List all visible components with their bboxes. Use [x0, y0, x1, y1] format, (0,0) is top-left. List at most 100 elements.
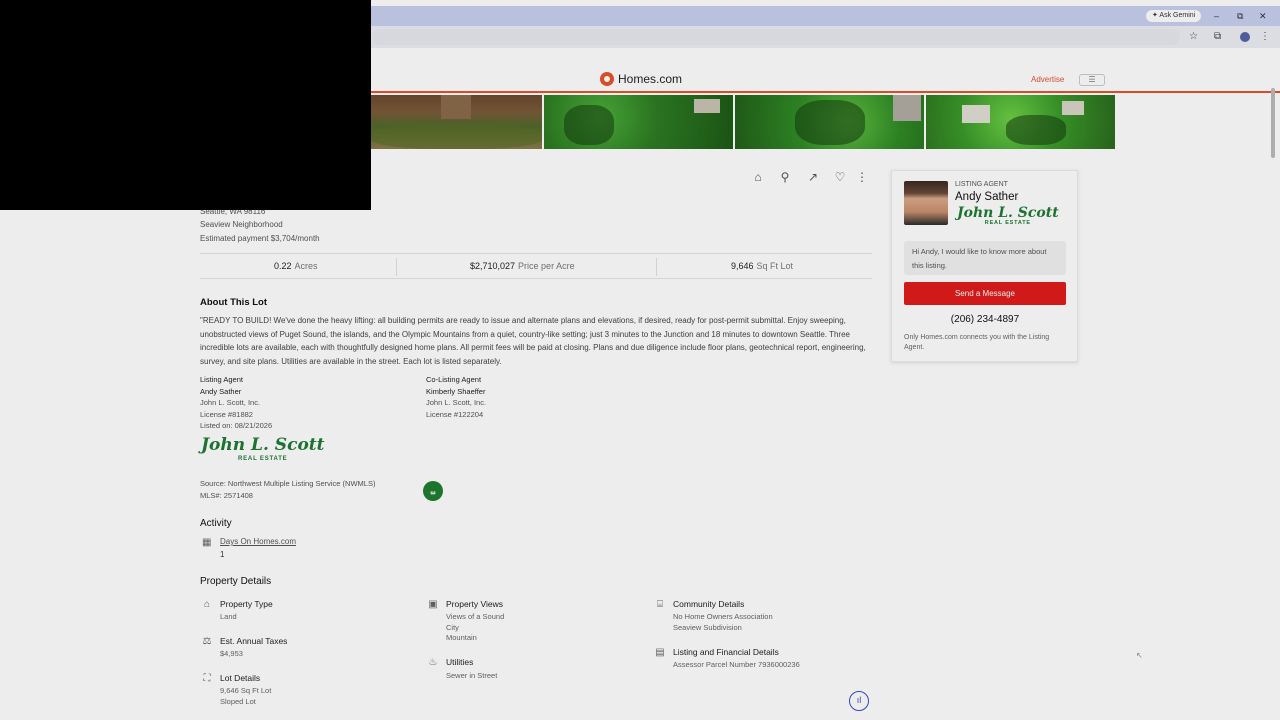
- agent-icon[interactable]: ⚲: [777, 169, 793, 185]
- stat-sqft: 9,646 Sq Ft Lot: [731, 261, 793, 271]
- community-details-value: Seaview Subdivision: [673, 622, 742, 632]
- listing-photo-1[interactable]: [371, 95, 542, 149]
- menu-button[interactable]: ☰: [1079, 74, 1105, 86]
- listing-agent-license: License #81882: [200, 409, 253, 419]
- view-picture-icon: ▣: [428, 599, 438, 610]
- neighborhood: Seaview Neighborhood: [200, 220, 283, 229]
- agent-phone[interactable]: (206) 234-4897: [904, 314, 1066, 325]
- listing-photo-2[interactable]: [544, 95, 733, 149]
- stat-divider: [396, 258, 397, 276]
- listing-agent-company: John L. Scott, Inc.: [200, 398, 261, 408]
- voice-assistant-icon[interactable]: ıl: [849, 691, 869, 711]
- stat-price-unit: Price per Acre: [518, 261, 575, 271]
- community-details-value: No Home Owners Association: [673, 612, 773, 621]
- stat-sqft-value: 9,646: [731, 261, 754, 271]
- home-value-icon[interactable]: ⌂: [750, 169, 766, 185]
- lot-details-value: 9,646 Sq Ft Lot: [220, 686, 272, 695]
- about-description: "READY TO BUILD! We've done the heavy li…: [200, 316, 866, 366]
- lot-details-value: Sloped Lot: [220, 696, 256, 706]
- ask-gemini-button[interactable]: ✦ Ask Gemini: [1146, 10, 1202, 22]
- stat-divider: [656, 258, 657, 276]
- days-on-homes-link[interactable]: Days On Homes.com: [220, 537, 296, 546]
- stat-price-value: $2,710,027: [470, 261, 516, 271]
- house-icon: ⌂: [203, 599, 211, 610]
- property-views-value: City: [446, 622, 459, 632]
- stat-acres-value: 0.22: [274, 261, 292, 271]
- bookmark-star-icon[interactable]: ☆: [1189, 31, 1198, 43]
- about-title: About This Lot: [200, 297, 268, 308]
- send-message-button[interactable]: Send a Message: [904, 282, 1066, 305]
- site-name: Homes.com: [618, 72, 683, 86]
- agent-card-label: LISTING AGENT: [955, 181, 1008, 188]
- stat-sqft-unit: Sq Ft Lot: [756, 261, 794, 271]
- property-type-value: Land: [220, 612, 237, 621]
- activity-title: Activity: [200, 518, 232, 529]
- agent-card-brokerage-logo: John L. Scott REAL ESTATE: [957, 206, 1059, 227]
- listing-source: Source: Northwest Multiple Listing Servi…: [200, 478, 375, 501]
- maximize-icon[interactable]: ⧉: [1237, 10, 1243, 22]
- financial-details-value: Assessor Parcel Number 7936000236: [673, 660, 800, 669]
- lightbulb-icon: ♨: [428, 657, 438, 668]
- co-listing-agent-name[interactable]: Kimberly Shaeffer: [426, 386, 486, 398]
- days-on-homes-value: 1: [220, 550, 225, 559]
- agent-contact-card: LISTING AGENT Andy Sather John L. Scott …: [891, 170, 1078, 362]
- brokerage-logo: John L. Scott REAL ESTATE: [201, 437, 324, 463]
- listing-agent-name[interactable]: Andy Sather: [200, 386, 272, 398]
- message-textarea[interactable]: Hi Andy, I would like to know more about…: [904, 241, 1066, 275]
- listing-agent-block: Listing Agent Andy Sather John L. Scott,…: [200, 374, 272, 432]
- advertise-link[interactable]: Advertise: [1031, 75, 1064, 84]
- property-details-title: Property Details: [200, 576, 272, 587]
- agent-card-logo-main: John L. Scott: [957, 205, 1059, 221]
- hamburger-icon: ☰: [1088, 75, 1096, 84]
- utilities-head: Utilities: [446, 657, 474, 667]
- lot-stats: 0.22 Acres $2,710,027 Price per Acre 9,646…: [200, 253, 872, 279]
- property-views-value: Mountain: [446, 633, 477, 642]
- calendar-icon: ▦: [202, 537, 212, 548]
- lot-icon: ⛶: [203, 673, 211, 684]
- page-scrollbar[interactable]: [1271, 88, 1275, 158]
- nwmls-badge-icon: ⧢: [423, 481, 443, 501]
- estimated-payment: Estimated payment $3,704/month: [200, 234, 320, 243]
- co-listing-agent-label: Co-Listing Agent: [426, 375, 482, 384]
- annual-taxes-value: $4,953: [220, 649, 243, 658]
- stat-acres: 0.22 Acres: [274, 261, 318, 271]
- property-type-head: Property Type: [220, 599, 273, 609]
- address-bar[interactable]: [372, 29, 1180, 45]
- tax-icon: ⚖: [202, 636, 212, 647]
- stat-price-per-acre: $2,710,027 Price per Acre: [470, 261, 575, 271]
- lot-details-head: Lot Details: [220, 673, 261, 683]
- document-icon: ▤: [655, 647, 665, 658]
- listing-photo-3[interactable]: [735, 95, 924, 149]
- minimize-icon[interactable]: –: [1214, 10, 1219, 22]
- profile-avatar[interactable]: [1240, 32, 1250, 42]
- mouse-cursor-icon: ↖: [1136, 651, 1143, 660]
- building-icon: ⌸: [657, 599, 663, 610]
- community-details-head: Community Details: [673, 599, 745, 609]
- financial-details-head: Listing and Financial Details: [673, 647, 779, 657]
- property-views-head: Property Views: [446, 599, 504, 609]
- agent-card-logo-sub: REAL ESTATE: [984, 220, 1031, 226]
- close-icon[interactable]: ✕: [1259, 10, 1267, 22]
- favorite-heart-icon[interactable]: ♡: [832, 169, 848, 185]
- share-icon[interactable]: ↗: [805, 169, 821, 185]
- listing-agent-label: Listing Agent: [200, 375, 243, 384]
- homes-logo-icon: [600, 72, 614, 86]
- annual-taxes-head: Est. Annual Taxes: [220, 636, 288, 646]
- homes-logo[interactable]: Homes.com: [600, 72, 682, 86]
- screen: ✦ Ask Gemini – ⧉ ✕ ☆ ⧉ ⋮ Homes.com Adver…: [0, 0, 1280, 720]
- brokerage-logo-sub: REAL ESTATE: [238, 456, 288, 462]
- property-views-value: Views of a Sound: [446, 612, 505, 621]
- source-line: Source: Northwest Multiple Listing Servi…: [200, 479, 376, 488]
- stat-acres-unit: Acres: [294, 261, 318, 271]
- more-options-icon[interactable]: ⋮: [854, 169, 870, 185]
- browser-menu-icon[interactable]: ⋮: [1260, 31, 1270, 43]
- agent-card-name[interactable]: Andy Sather: [955, 191, 1018, 203]
- extensions-icon[interactable]: ⧉: [1214, 31, 1221, 43]
- agent-card-note: Only Homes.com connects you with the Lis…: [904, 334, 1050, 351]
- co-listing-agent-block: Co-Listing Agent Kimberly Shaeffer John …: [426, 374, 486, 420]
- co-listing-agent-license: License #122204: [426, 409, 484, 419]
- agent-photo: [904, 181, 948, 225]
- utilities-value: Sewer in Street: [446, 671, 498, 680]
- mls-number: MLS#: 2571408: [200, 490, 253, 500]
- listing-photo-4[interactable]: [926, 95, 1115, 149]
